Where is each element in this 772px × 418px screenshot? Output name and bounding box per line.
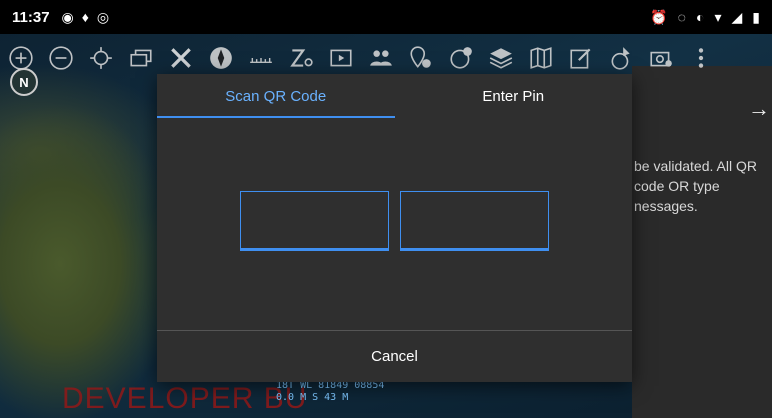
gps-lock-icon[interactable]	[88, 45, 114, 71]
alarm-clock-icon: ⏰	[650, 8, 668, 25]
map-icon[interactable]	[528, 45, 554, 71]
compass-label: N	[19, 74, 29, 90]
status-bar: 11:37 ◉ ♦ ◎ ⏰ ◌ ◐ ▾ ◢ ▮	[0, 0, 772, 34]
data-saver-icon: ◐	[696, 8, 705, 25]
close-x-icon[interactable]	[168, 45, 194, 71]
tab-scan-qr-code[interactable]: Scan QR Code	[157, 74, 395, 118]
qr-dialog: Scan QR Code Enter Pin Cancel	[157, 74, 632, 382]
qr-frame-left[interactable]	[240, 191, 389, 251]
zoom-in-icon[interactable]	[8, 45, 34, 71]
status-time: 11:37	[12, 8, 50, 26]
compass-button[interactable]: N	[10, 68, 38, 96]
notification-icon: ◉	[61, 8, 74, 25]
zoom-marker-icon[interactable]	[288, 45, 314, 71]
video-icon[interactable]	[328, 45, 354, 71]
qr-frame-right[interactable]	[400, 191, 549, 251]
screen: 11:37 ◉ ♦ ◎ ⏰ ◌ ◐ ▾ ◢ ▮ → be validated. …	[0, 0, 772, 418]
alarm-bell-icon: ♦	[81, 9, 89, 25]
edit-icon[interactable]	[568, 45, 594, 71]
location-icon: ◌	[677, 8, 686, 25]
sync-icon: ◎	[96, 8, 110, 25]
watermark-text: DEVELOPER BU	[62, 382, 308, 415]
camera-icon[interactable]	[648, 45, 674, 71]
compass-rose-icon[interactable]	[208, 45, 234, 71]
group-icon[interactable]	[368, 45, 394, 71]
coordinates-readout: 18T WL 81849 08854 0.0 M S 43 M	[276, 380, 384, 404]
dialog-tabs: Scan QR Code Enter Pin	[157, 74, 632, 118]
wifi-icon: ▾	[714, 8, 722, 25]
add-point-icon[interactable]	[408, 45, 434, 71]
battery-icon: ▮	[752, 8, 760, 25]
coords-line2: 0.0 M S 43 M	[276, 392, 349, 403]
add-overlay-icon[interactable]	[448, 45, 474, 71]
zoom-out-icon[interactable]	[48, 45, 74, 71]
signal-icon: ◢	[731, 8, 743, 25]
qr-scan-area	[157, 118, 632, 330]
ruler-icon[interactable]	[248, 45, 274, 71]
arrow-right-icon[interactable]: →	[748, 96, 770, 122]
side-panel-text: be validated. All QR code OR type nessag…	[634, 158, 757, 214]
layers-toggle-icon[interactable]	[128, 45, 154, 71]
cancel-button[interactable]: Cancel	[157, 331, 632, 381]
pointer-icon[interactable]	[608, 45, 634, 71]
tab-enter-pin[interactable]: Enter Pin	[395, 74, 633, 118]
layers-icon[interactable]	[488, 45, 514, 71]
more-icon[interactable]	[688, 45, 714, 71]
